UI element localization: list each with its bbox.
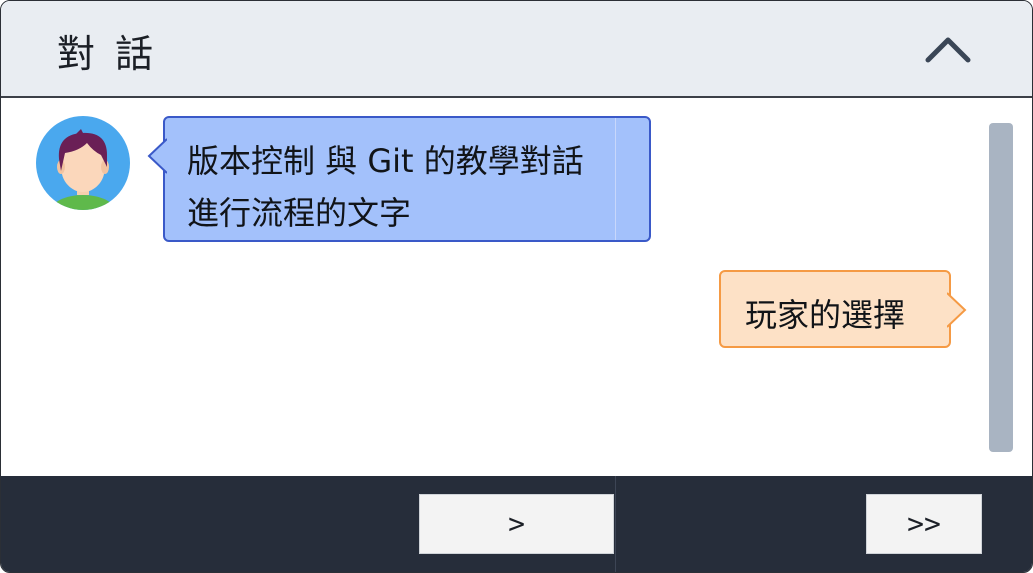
player-bubble-tail	[947, 292, 967, 328]
next-button[interactable]: >	[419, 494, 614, 554]
npc-speech-bubble: 版本控制 與 Git 的教學對話 進行流程的文字	[147, 116, 651, 242]
dialogue-panel: 對 話 版本控制 與 Git 的教學對話 進行流程的文字 玩家的選擇 > >>	[0, 0, 1033, 573]
npc-bubble-tail	[147, 138, 167, 174]
dialogue-header: 對 話	[1, 1, 1032, 98]
skip-button[interactable]: >>	[866, 494, 982, 554]
collapse-button[interactable]	[919, 29, 979, 69]
footer-divider	[615, 476, 616, 572]
dialogue-title: 對 話	[57, 32, 158, 76]
boy-avatar-icon	[35, 115, 131, 211]
player-choice-label: 玩家的選擇	[745, 296, 906, 334]
npc-text-line-2: 進行流程的文字	[187, 194, 412, 232]
player-choice-button[interactable]: 玩家的選擇	[719, 270, 967, 348]
dialogue-footer: > >>	[1, 476, 1032, 572]
npc-text-line-1: 版本控制 與 Git 的教學對話	[187, 142, 584, 180]
dialogue-content: 版本控制 與 Git 的教學對話 進行流程的文字 玩家的選擇	[1, 98, 1032, 476]
bubble-divider	[615, 118, 616, 240]
dialogue-scrollbar[interactable]	[989, 123, 1013, 452]
chevron-up-icon	[925, 37, 971, 63]
